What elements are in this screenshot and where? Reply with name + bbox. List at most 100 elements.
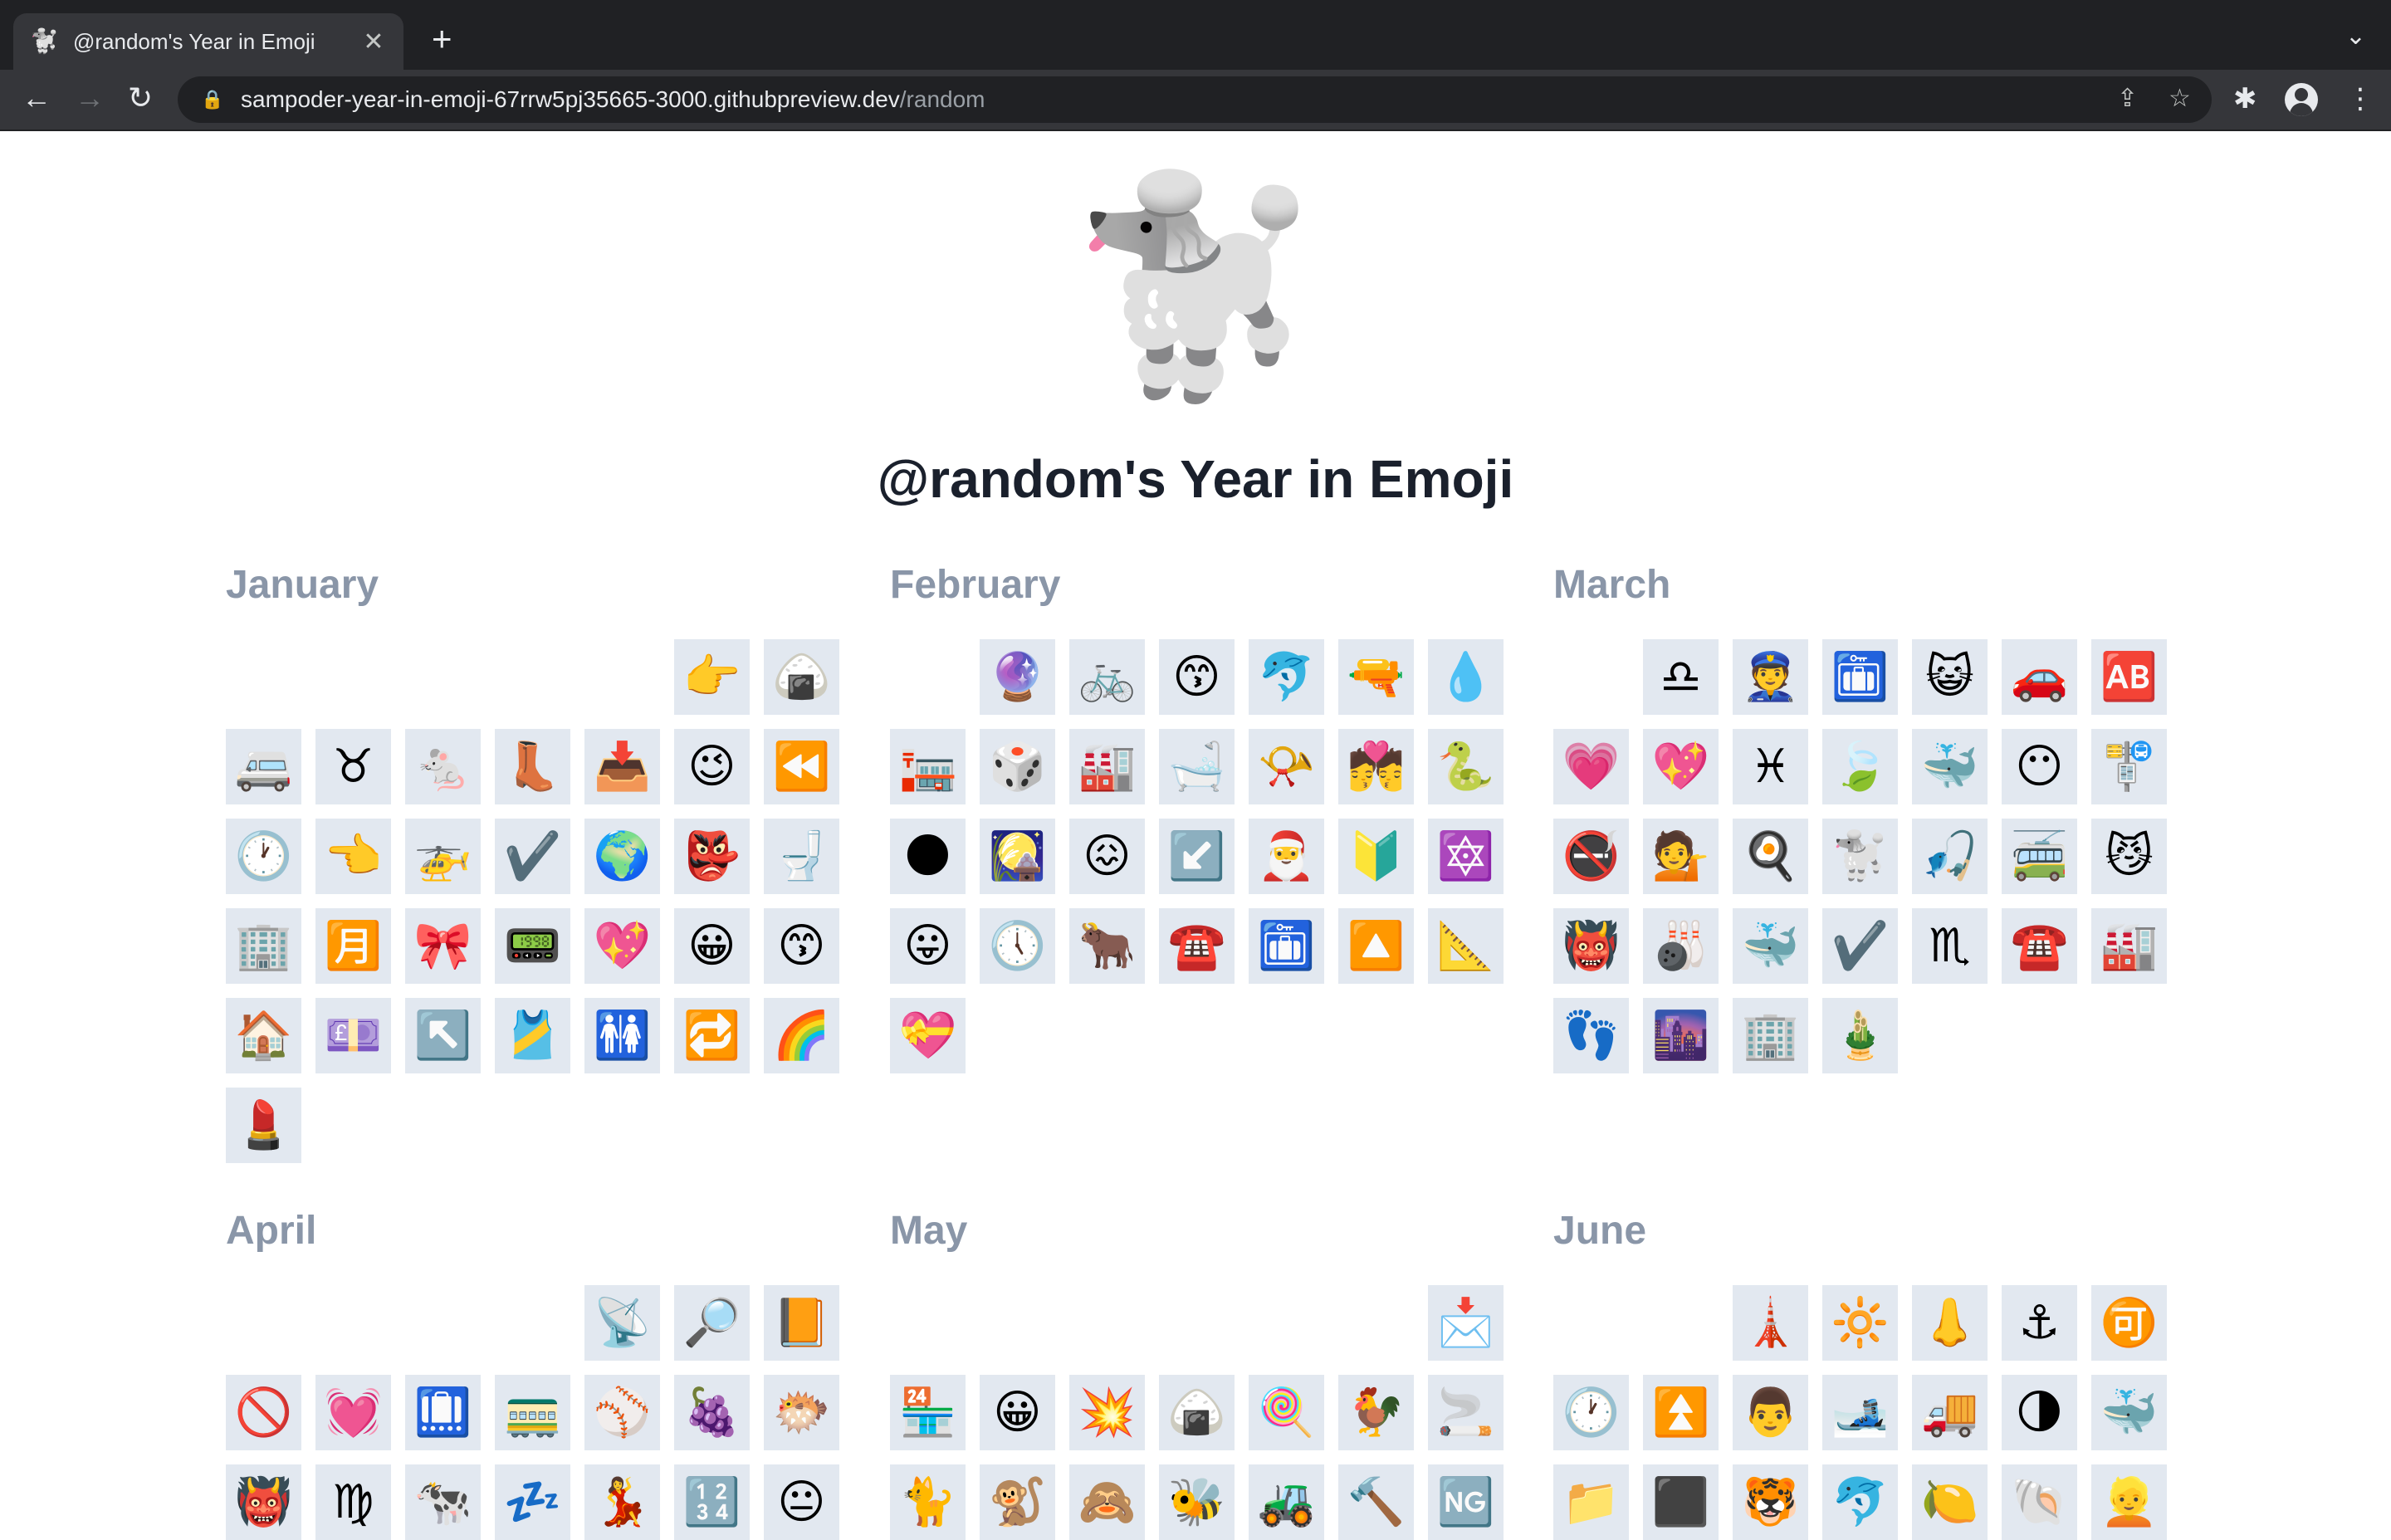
tab-search-icon[interactable]: ⌄ xyxy=(2345,22,2366,51)
url-text[interactable]: sampoder-year-in-emoji-67rrw5pj35665-300… xyxy=(241,86,985,113)
emoji-day-cell: 🔎 xyxy=(674,1285,750,1361)
emoji-day-cell: 🏢 xyxy=(1733,998,1808,1073)
emoji-day-cell: 🏠 xyxy=(226,998,301,1073)
emoji-day-cell: 🍋 xyxy=(1912,1464,1988,1540)
emoji-day-cell: 🍃 xyxy=(1822,729,1898,804)
extensions-puzzle-icon[interactable]: ✱ xyxy=(2233,85,2257,113)
emoji-day-cell: 💁 xyxy=(1643,819,1719,894)
emoji-grid: 🗼 🔆 👃 ⚓ 🉑 🕐 ⏫ 👨 🎿 🚚 🌗 🐳 📁 ⬛ 🐯 🐬 🍋 🐚 👱 xyxy=(1553,1285,2167,1540)
month-march: March ♎ 👮 🛅 😺 🚗 🆎 💗 💖 ♓ 🍃 🐳 😶 🚏 🚭 💁 🍳 🐩 🎣 🚎 😼 👹 🎳 🐳 ✔️ ♏ ☎️ 🏭 👣 🌆 🏢 🎍 xyxy=(1553,556,2184,1073)
emoji-day-cell: 😉 xyxy=(674,729,750,804)
emoji-day-cell: 🔫 xyxy=(1338,639,1414,715)
tab-favicon-icon: 🐩 xyxy=(30,28,59,54)
emoji-day-cell: 🐂 xyxy=(1069,908,1145,984)
emoji-day-cell: 🎲 xyxy=(980,729,1055,804)
emoji-day-cell: 😐 xyxy=(764,1464,839,1540)
emoji-grid: ♎ 👮 🛅 😺 🚗 🆎 💗 💖 ♓ 🍃 🐳 😶 🚏 🚭 💁 🍳 🐩 🎣 🚎 😼 👹 🎳 🐳 ✔️ ♏ ☎️ 🏭 👣 🌆 🏢 🎍 xyxy=(1553,639,2167,1073)
close-icon[interactable]: ✕ xyxy=(360,27,387,56)
emoji-day-cell: 👨 xyxy=(1733,1375,1808,1450)
page-title: @random's Year in Emoji xyxy=(877,449,1514,509)
emoji-day-cell: 🚐 xyxy=(226,729,301,804)
emoji-day-cell: 💷 xyxy=(315,998,391,1073)
emoji-day-cell: 👹 xyxy=(226,1464,301,1540)
emoji-day-cell: ♓ xyxy=(1733,729,1808,804)
emoji-day-cell: 🐩 xyxy=(1822,819,1898,894)
month-name: May xyxy=(890,1209,968,1253)
reload-icon[interactable]: ↻ xyxy=(128,83,153,113)
emoji-day-cell: 🉑 xyxy=(2091,1285,2167,1361)
emoji-day-cell: 🚜 xyxy=(1249,1464,1324,1540)
emoji-day-cell: 🚁 xyxy=(405,819,481,894)
emoji-day-cell: 🐁 xyxy=(405,729,481,804)
share-icon[interactable]: ⇪ xyxy=(2117,86,2138,111)
browser-tab[interactable]: 🐩 @random's Year in Emoji ✕ xyxy=(13,13,403,70)
emoji-day-cell: ♉ xyxy=(315,729,391,804)
emoji-day-cell: ☎️ xyxy=(2002,908,2077,984)
emoji-day-cell: 🚲 xyxy=(1069,639,1145,715)
url-host: sampoder-year-in-emoji-67rrw5pj35665-300… xyxy=(241,86,900,112)
emoji-day-cell: 🚚 xyxy=(1912,1375,1988,1450)
emoji-day-cell: 😼 xyxy=(2091,819,2167,894)
browser-toolbar: ← → ↻ 🔒 sampoder-year-in-emoji-67rrw5pj3… xyxy=(0,70,2391,131)
emoji-day-cell: 💄 xyxy=(226,1088,301,1163)
emoji-day-cell: 🚗 xyxy=(2002,639,2077,715)
emoji-day-cell: 🚽 xyxy=(764,819,839,894)
more-menu-icon[interactable]: ⋮ xyxy=(2346,85,2374,113)
emoji-day-cell: 🏭 xyxy=(2091,908,2167,984)
emoji-day-cell: 🌈 xyxy=(764,998,839,1073)
emoji-day-cell: 🐳 xyxy=(1912,729,1988,804)
emoji-day-cell: 🛁 xyxy=(1159,729,1235,804)
emoji-day-cell: 😖 xyxy=(1069,819,1145,894)
emoji-day-cell: 👮 xyxy=(1733,639,1808,715)
lock-icon[interactable]: 🔒 xyxy=(201,89,223,110)
address-bar[interactable]: 🔒 sampoder-year-in-emoji-67rrw5pj35665-3… xyxy=(178,76,2212,123)
emoji-day-cell: 📯 xyxy=(1249,729,1324,804)
emoji-day-cell: 💃 xyxy=(584,1464,660,1540)
emoji-day-cell: 🈷️ xyxy=(315,908,391,984)
emoji-day-cell: ↙️ xyxy=(1159,819,1235,894)
month-may: May 📩 🏪 😀 💥 🍙 🍭 🐓 🚬 🐈 🐒 🙈 🐝 🚜 🔨 🆖 xyxy=(890,1202,1521,1540)
emoji-day-cell: 🏪 xyxy=(890,1375,966,1450)
emoji-day-cell: 🆎 xyxy=(2091,639,2167,715)
emoji-day-cell: 🍳 xyxy=(1733,819,1808,894)
new-tab-button[interactable]: + xyxy=(432,22,452,56)
month-april: April 📡 🔎 📙 🚫 💓 🛄 🚃 ⚾ 🍇 🐡 👹 ♍ 🐄 💤 💃 🔢 😐 xyxy=(226,1202,857,1540)
emoji-day-cell: 👃 xyxy=(1912,1285,1988,1361)
emoji-day-cell: 🔢 xyxy=(674,1464,750,1540)
forward-arrow-icon[interactable]: → xyxy=(75,83,105,113)
emoji-day-cell: 🌗 xyxy=(2002,1375,2077,1450)
emoji-day-cell: 📡 xyxy=(584,1285,660,1361)
emoji-day-cell: 🚬 xyxy=(1428,1375,1504,1450)
emoji-day-cell: 🐍 xyxy=(1428,729,1504,804)
back-arrow-icon[interactable]: ← xyxy=(22,83,51,113)
emoji-day-cell: 🛅 xyxy=(1822,639,1898,715)
profile-avatar-icon[interactable] xyxy=(2285,83,2318,116)
emoji-day-cell: 🔰 xyxy=(1338,819,1414,894)
emoji-day-cell: 👹 xyxy=(1553,908,1629,984)
emoji-day-cell: 🚻 xyxy=(584,998,660,1073)
emoji-day-cell: 😛 xyxy=(890,908,966,984)
hero-emoji: 🐩 xyxy=(1066,170,1325,402)
emoji-day-cell: ↖️ xyxy=(405,998,481,1073)
emoji-day-cell: 🐓 xyxy=(1338,1375,1414,1450)
emoji-day-cell: 🚭 xyxy=(1553,819,1629,894)
emoji-day-cell: 🐚 xyxy=(2002,1464,2077,1540)
emoji-day-cell: 🔆 xyxy=(1822,1285,1898,1361)
emoji-day-cell: 👣 xyxy=(1553,998,1629,1073)
emoji-day-cell: 🎍 xyxy=(1822,998,1898,1073)
emoji-day-cell: 🐳 xyxy=(2091,1375,2167,1450)
bookmark-star-icon[interactable]: ☆ xyxy=(2169,86,2191,111)
emoji-day-cell: 🙈 xyxy=(1069,1464,1145,1540)
emoji-day-cell: 🎅 xyxy=(1249,819,1324,894)
month-february: February 🔮 🚲 😙 🐬 🔫 💧 🏣 🎲 🏭 🛁 📯 💏 🐍 🌑 🎑 😖 ↙️ 🎅 🔰 🔯 😛 🕔 🐂 ☎️ 🛅 🔼 📐 💝 xyxy=(890,556,1521,1073)
emoji-day-cell: 🌆 xyxy=(1643,998,1719,1073)
emoji-grid: 📡 🔎 📙 🚫 💓 🛄 🚃 ⚾ 🍇 🐡 👹 ♍ 🐄 💤 💃 🔢 😐 xyxy=(226,1285,839,1540)
emoji-day-cell: 💤 xyxy=(495,1464,570,1540)
month-name: February xyxy=(890,563,1061,607)
emoji-day-cell: 🎣 xyxy=(1912,819,1988,894)
emoji-day-cell: 🐬 xyxy=(1822,1464,1898,1540)
month-january: January 👉 🍙 🚐 ♉ 🐁 👢 📥 😉 ⏪ 🕐 👈 🚁 ✔️ 🌍 👺 🚽 🏢 🈷️ 🎀 📟 💖 😀 😙 🏠 💷 ↖️ 🎽 🚻 🔁… xyxy=(226,556,857,1163)
emoji-day-cell: 📁 xyxy=(1553,1464,1629,1540)
emoji-day-cell: 😙 xyxy=(764,908,839,984)
emoji-grid: 📩 🏪 😀 💥 🍙 🍭 🐓 🚬 🐈 🐒 🙈 🐝 🚜 🔨 🆖 xyxy=(890,1285,1504,1540)
